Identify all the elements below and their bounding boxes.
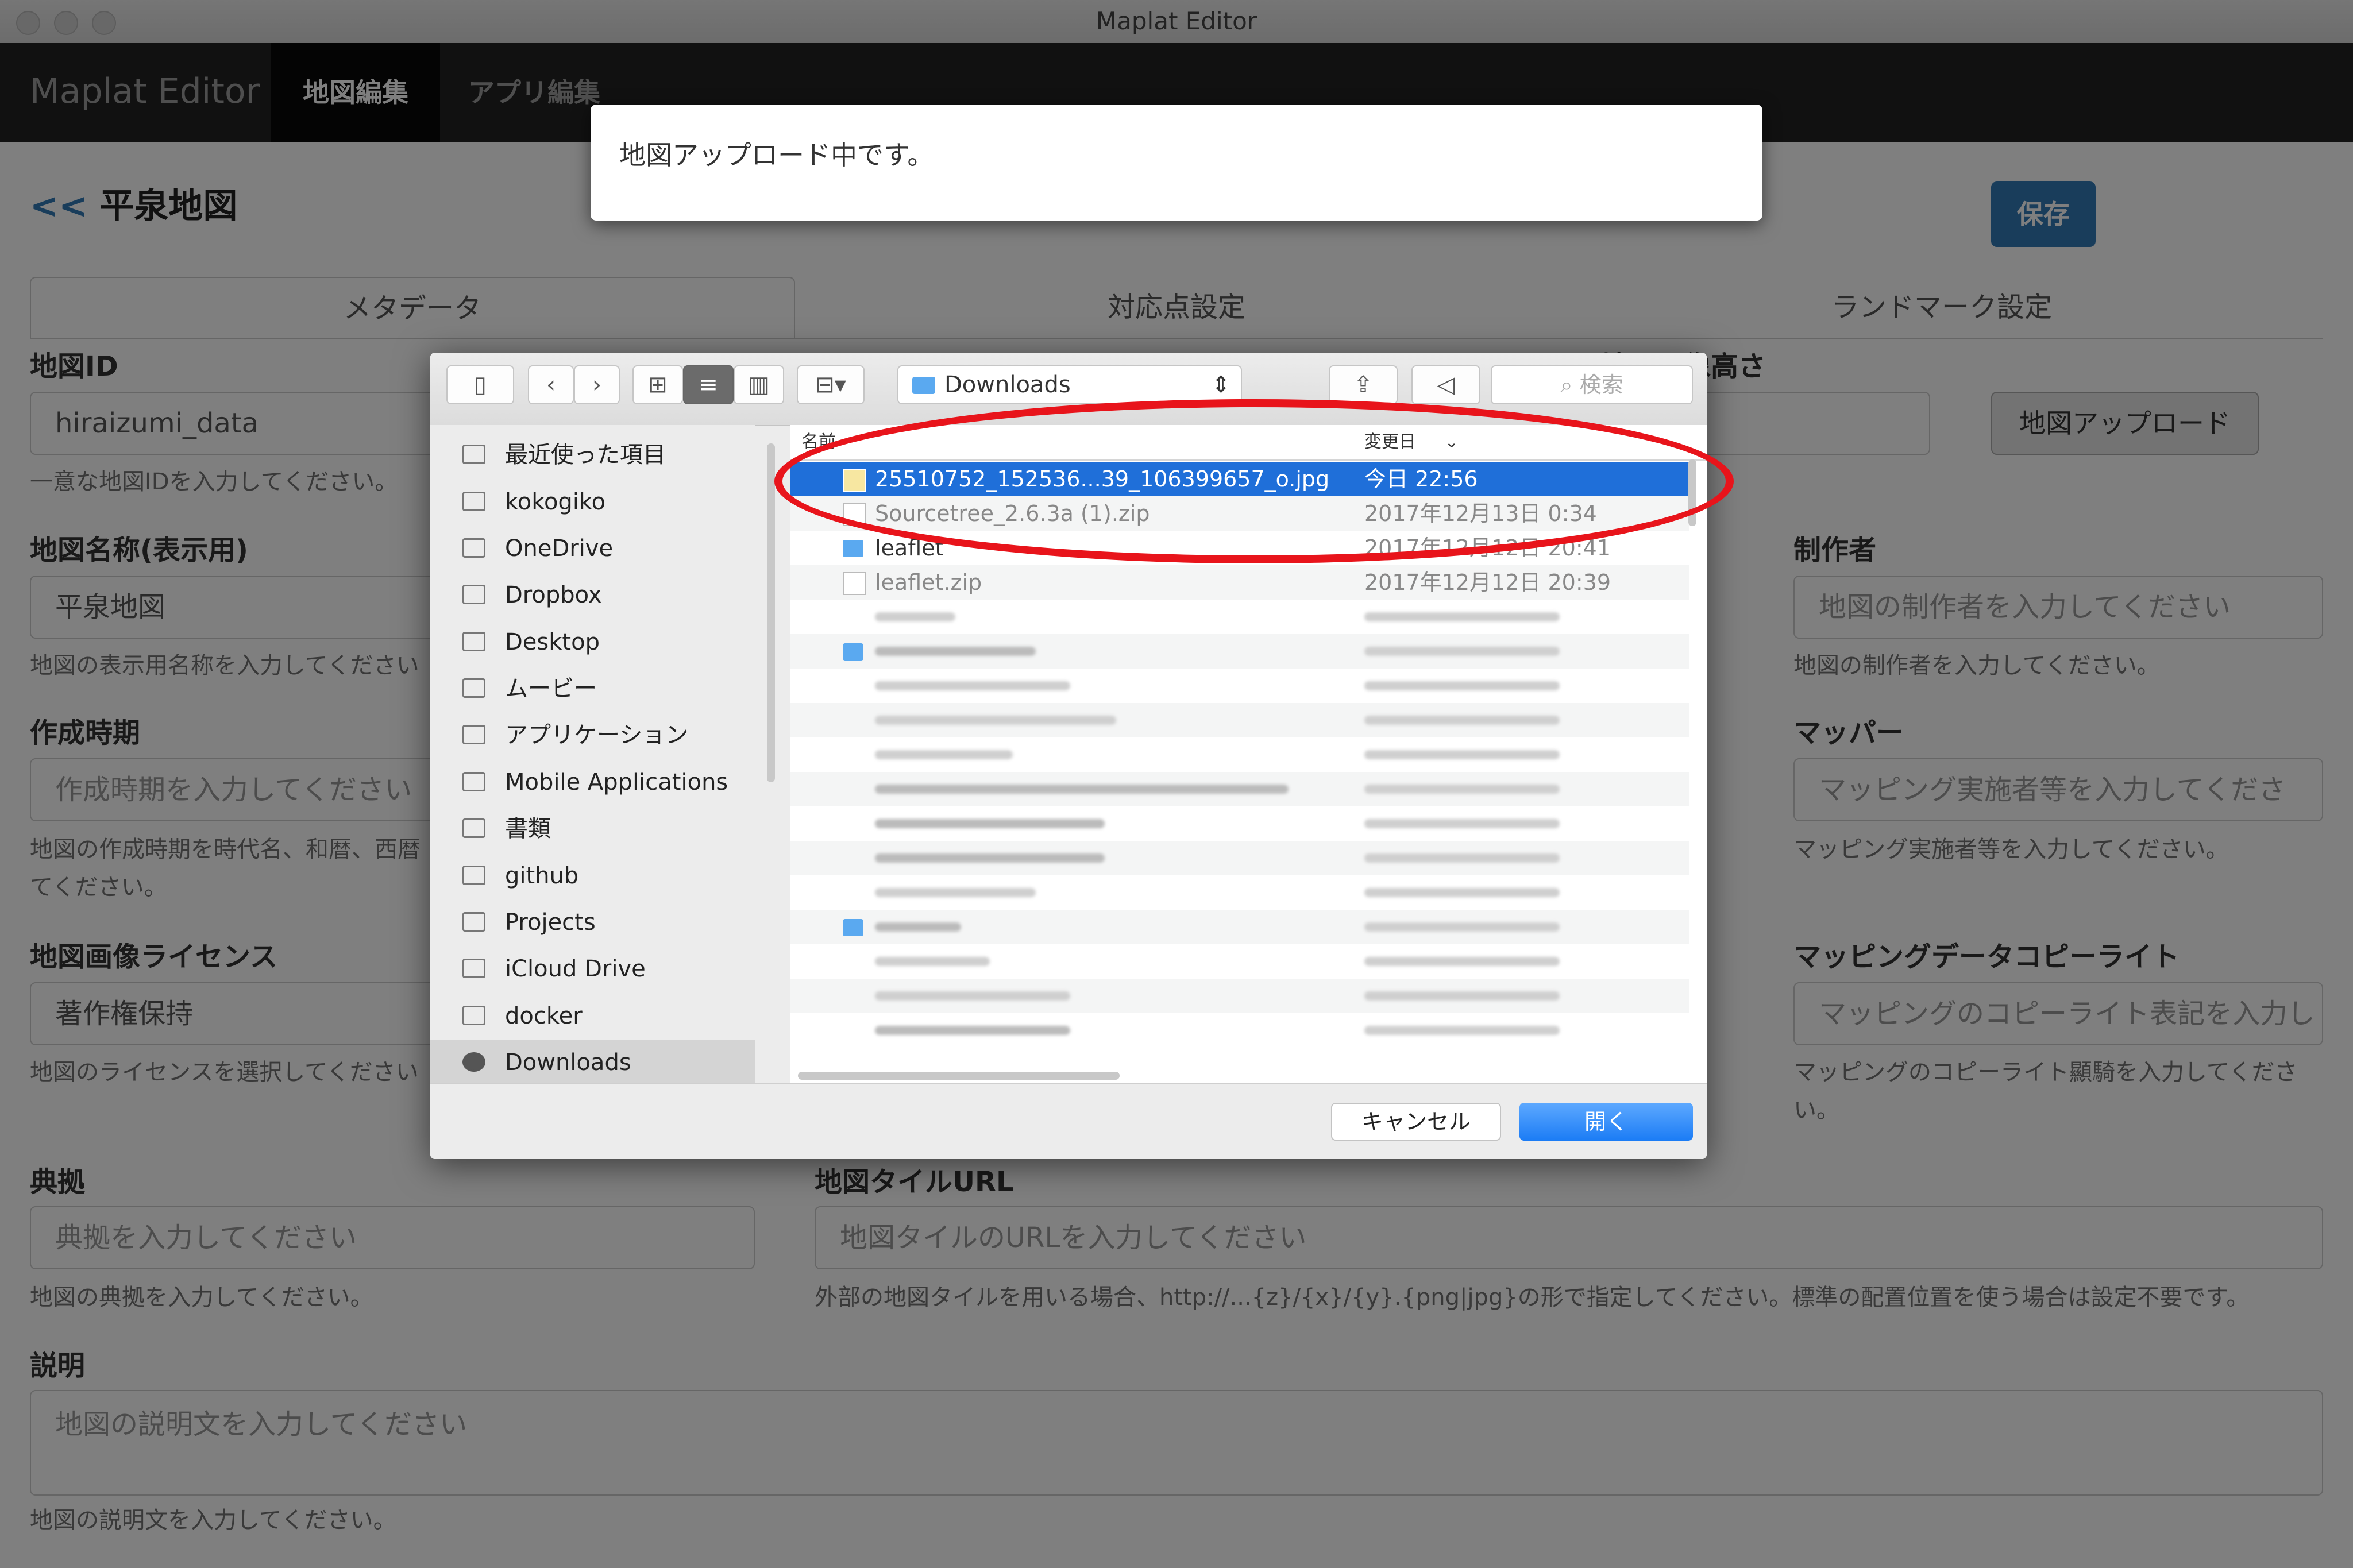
list-view-button[interactable]: ≡ bbox=[683, 365, 734, 404]
sidebar-item-label: docker bbox=[505, 1003, 583, 1029]
desktop-icon bbox=[462, 632, 485, 651]
file-row-blurred[interactable] bbox=[790, 737, 1689, 772]
chevron-left-icon: ‹ bbox=[546, 372, 556, 398]
search-field[interactable]: ⌕ 検索 bbox=[1491, 365, 1693, 404]
sidebar-scrollbar[interactable] bbox=[767, 443, 775, 782]
downloads-folder-icon bbox=[912, 377, 935, 394]
dialog-footer: キャンセル 開く bbox=[430, 1083, 1707, 1159]
updown-arrow-icon: ⇕ bbox=[1211, 372, 1230, 398]
share-button[interactable]: ⇪ bbox=[1329, 365, 1398, 404]
file-name: leaflet.zip bbox=[875, 570, 982, 595]
file-row-blurred[interactable] bbox=[790, 634, 1689, 669]
sidebar-item-label: Downloads bbox=[505, 1049, 631, 1076]
back-button[interactable]: ‹ bbox=[528, 365, 574, 404]
sidebar-item-label: 書類 bbox=[505, 816, 551, 842]
folder-icon bbox=[843, 540, 863, 557]
folder-icon bbox=[462, 538, 485, 558]
sidebar-item-home[interactable]: kokogiko bbox=[430, 479, 755, 525]
sidebar-item-label: Projects bbox=[505, 909, 596, 936]
dialog-sidebar: 最近使った項目 kokogiko OneDrive Dropbox Deskto… bbox=[430, 425, 755, 1086]
file-row-blurred[interactable] bbox=[790, 772, 1689, 806]
sidebar-toggle-button[interactable]: ▯ bbox=[446, 365, 514, 404]
list-icon: ≡ bbox=[699, 372, 718, 398]
file-row-blurred[interactable] bbox=[790, 669, 1689, 703]
sidebar-item-docker[interactable]: docker bbox=[430, 993, 755, 1039]
path-label: Downloads bbox=[944, 372, 1071, 398]
file-row-blurred[interactable] bbox=[790, 979, 1689, 1013]
file-row-blurred[interactable] bbox=[790, 910, 1689, 944]
sidebar-item-label: Dropbox bbox=[505, 582, 602, 608]
path-popup[interactable]: Downloads ⇕ bbox=[897, 365, 1242, 404]
documents-icon bbox=[462, 818, 485, 838]
chevron-right-icon: › bbox=[592, 372, 601, 398]
folder-icon bbox=[462, 1006, 485, 1025]
downloads-icon bbox=[462, 1052, 485, 1072]
sidebar-item-label: Desktop bbox=[505, 629, 600, 655]
file-row-blurred[interactable] bbox=[790, 806, 1689, 841]
sidebar-item-mobile-applications[interactable]: Mobile Applications bbox=[430, 759, 755, 805]
sidebar-item-applications[interactable]: アプリケーション bbox=[430, 712, 755, 758]
grid-icon: ⊞ bbox=[648, 372, 668, 398]
group-by-button[interactable]: ⊟▾ bbox=[797, 365, 865, 404]
file-list-hscrollbar[interactable] bbox=[798, 1072, 1120, 1080]
sidebar-item-github[interactable]: github bbox=[430, 853, 755, 899]
recents-icon bbox=[462, 445, 485, 464]
folder-icon bbox=[462, 866, 485, 885]
sidebar-item-label: github bbox=[505, 863, 579, 889]
folder-icon bbox=[843, 643, 863, 661]
file-row[interactable]: leaflet.zip 2017年12月12日 20:39 bbox=[790, 565, 1689, 600]
file-row-blurred[interactable] bbox=[790, 841, 1689, 875]
sidebar-item-label: Mobile Applications bbox=[505, 769, 728, 795]
cloud-icon bbox=[462, 959, 485, 978]
forward-button[interactable]: › bbox=[574, 365, 620, 404]
sidebar-item-icloud-drive[interactable]: iCloud Drive bbox=[430, 946, 755, 992]
sidebar-item-label: アプリケーション bbox=[505, 722, 689, 748]
sidebar-item-dropbox[interactable]: Dropbox bbox=[430, 572, 755, 618]
folder-icon bbox=[462, 912, 485, 932]
zip-file-icon bbox=[843, 572, 866, 595]
cancel-button[interactable]: キャンセル bbox=[1331, 1103, 1501, 1141]
file-row-blurred[interactable] bbox=[790, 600, 1689, 634]
columns-icon: ▥ bbox=[748, 372, 770, 398]
sidebar-item-projects[interactable]: Projects bbox=[430, 899, 755, 945]
file-row-blurred[interactable] bbox=[790, 1013, 1689, 1048]
upload-message: 地図アップロード中です。 bbox=[619, 140, 934, 171]
highlight-annotation bbox=[774, 399, 1734, 563]
applications-icon bbox=[462, 725, 485, 744]
icon-view-button[interactable]: ⊞ bbox=[632, 365, 683, 404]
folder-icon bbox=[462, 585, 485, 604]
file-row-blurred[interactable] bbox=[790, 875, 1689, 910]
column-view-button[interactable]: ▥ bbox=[734, 365, 784, 404]
search-placeholder: 検索 bbox=[1579, 372, 1623, 397]
folder-icon bbox=[843, 919, 863, 936]
sidebar-item-label: 最近使った項目 bbox=[505, 442, 666, 468]
sidebar-item-movies[interactable]: ムービー bbox=[430, 666, 755, 712]
sidebar-icon: ▯ bbox=[473, 372, 487, 398]
sidebar-item-desktop[interactable]: Desktop bbox=[430, 619, 755, 665]
sidebar-item-recents[interactable]: 最近使った項目 bbox=[430, 432, 755, 478]
movies-icon bbox=[462, 678, 485, 698]
sidebar-item-label: ムービー bbox=[505, 675, 597, 702]
folder-icon bbox=[462, 772, 485, 791]
file-row-blurred[interactable] bbox=[790, 944, 1689, 979]
open-button[interactable]: 開く bbox=[1519, 1103, 1693, 1141]
sidebar-item-downloads[interactable]: Downloads bbox=[430, 1040, 755, 1086]
share-icon: ⇪ bbox=[1353, 372, 1373, 398]
home-icon bbox=[462, 492, 485, 511]
search-icon: ⌕ bbox=[1560, 372, 1573, 397]
file-date: 2017年12月12日 20:39 bbox=[1364, 570, 1611, 595]
tags-button[interactable]: ◁ bbox=[1411, 365, 1480, 404]
sidebar-item-onedrive[interactable]: OneDrive bbox=[430, 526, 755, 571]
sidebar-item-label: iCloud Drive bbox=[505, 956, 646, 982]
group-icon: ⊟▾ bbox=[815, 372, 846, 398]
sidebar-item-label: OneDrive bbox=[505, 535, 614, 562]
sidebar-item-label: kokogiko bbox=[505, 489, 606, 515]
file-row-blurred[interactable] bbox=[790, 703, 1689, 737]
sidebar-item-documents[interactable]: 書類 bbox=[430, 806, 755, 852]
tag-icon: ◁ bbox=[1437, 372, 1455, 398]
upload-modal: 地図アップロード中です。 bbox=[591, 105, 1762, 221]
